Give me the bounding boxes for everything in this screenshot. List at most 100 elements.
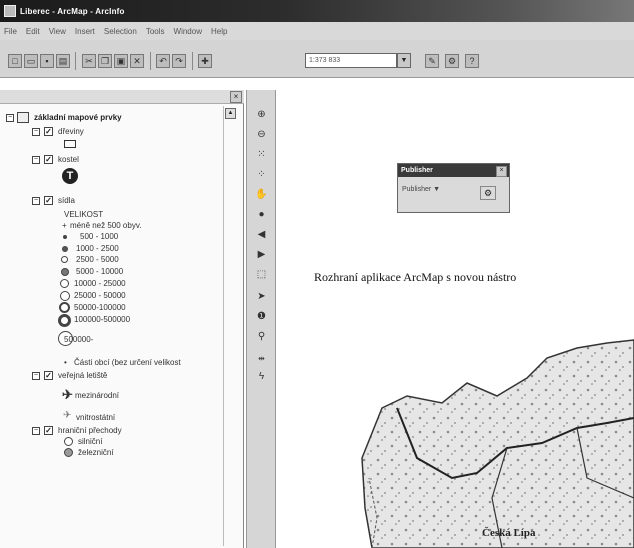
legend-class-label: 500000- <box>64 335 94 344</box>
layer-name[interactable]: dřeviny <box>58 127 84 136</box>
tools-toolbar: ⊕ ⊖ ⁙ ⁘ ✋ ● ◀ ▶ ⬚ ➤ ❶ ⚲ ⇹ ϟ <box>246 90 276 548</box>
scroll-up-icon[interactable]: ▲ <box>225 108 236 119</box>
menu-view[interactable]: View <box>49 27 66 36</box>
zoom-out-icon[interactable]: ⊖ <box>255 128 268 141</box>
full-extent-globe-icon[interactable]: ● <box>255 208 268 221</box>
point-symbol-icon <box>61 256 68 263</box>
publish-icon[interactable]: ⚙ <box>480 186 496 200</box>
legend-class-label: Části obcí (bez určení velikost <box>74 358 181 367</box>
legend-class-label: železniční <box>78 448 114 457</box>
zoom-in-icon[interactable]: ⊕ <box>255 108 268 121</box>
polygon-symbol-icon <box>64 140 76 148</box>
toc-panel-header: × <box>0 90 244 104</box>
legend-class-label: 10000 - 25000 <box>74 279 126 288</box>
menu-edit[interactable]: Edit <box>26 27 40 36</box>
fixed-zoom-out-icon[interactable]: ⁘ <box>255 168 268 181</box>
collapse-icon[interactable]: − <box>32 427 40 435</box>
layer-name[interactable]: sídla <box>58 196 75 205</box>
standard-toolbar: □ ▭ ▪ ▤ ✂ ❐ ▣ ✕ ↶ ↷ ✚ 1:373 833 ▼ ✎ ⚙ ? <box>0 40 634 78</box>
layer-name[interactable]: hraniční přechody <box>58 426 122 435</box>
close-icon[interactable]: × <box>496 166 507 177</box>
layer-visibility-checkbox[interactable]: ✓ <box>44 196 53 205</box>
layer-visibility-checkbox[interactable]: ✓ <box>44 127 53 136</box>
toc-scrollbar[interactable]: ▲ <box>223 106 236 546</box>
menu-file[interactable]: File <box>4 27 17 36</box>
publisher-dropdown[interactable]: Publisher ▼ <box>402 186 440 193</box>
chevron-down-icon[interactable]: ▼ <box>397 53 411 68</box>
save-icon[interactable]: ▪ <box>40 54 54 68</box>
legend-class-label: silniční <box>78 437 103 446</box>
whats-this-help-icon[interactable]: ? <box>465 54 479 68</box>
forward-arrow-icon[interactable]: ▶ <box>255 248 268 261</box>
close-icon[interactable]: × <box>230 91 242 103</box>
window-title: Liberec - ArcMap - ArcInfo <box>20 6 125 16</box>
border-crossing-rail-icon <box>64 448 73 457</box>
map-scale-input[interactable]: 1:373 833 <box>305 53 397 68</box>
layer-visibility-checkbox[interactable]: ✓ <box>44 426 53 435</box>
menu-tools[interactable]: Tools <box>146 27 165 36</box>
plus-symbol-icon: + <box>62 221 67 230</box>
arctoolbox-icon[interactable]: ⚙ <box>445 54 459 68</box>
hyperlink-icon[interactable]: ϟ <box>255 370 268 383</box>
legend-class-label: 50000-100000 <box>74 303 126 312</box>
publisher-toolbar-title[interactable]: Publisher <box>398 164 509 177</box>
cut-icon[interactable]: ✂ <box>82 54 96 68</box>
collapse-icon[interactable]: − <box>6 114 14 122</box>
layer-visibility-checkbox[interactable]: ✓ <box>44 155 53 164</box>
delete-icon[interactable]: ✕ <box>130 54 144 68</box>
collapse-icon[interactable]: − <box>32 156 40 164</box>
dot-symbol-icon: • <box>64 358 67 367</box>
pan-hand-icon[interactable]: ✋ <box>255 188 268 201</box>
point-symbol-icon <box>60 291 70 301</box>
collapse-icon[interactable]: − <box>32 197 40 205</box>
menu-bar: File Edit View Insert Selection Tools Wi… <box>0 22 634 40</box>
data-frame-icon <box>17 112 29 123</box>
airport-domestic-icon: ✈ <box>63 410 72 421</box>
layer-name[interactable]: veřejná letiště <box>58 371 107 380</box>
collapse-icon[interactable]: − <box>32 128 40 136</box>
map-display[interactable] <box>277 78 634 548</box>
table-of-contents: − základní mapové prvky − ✓ dřeviny − ✓ … <box>0 104 244 548</box>
fixed-zoom-in-icon[interactable]: ⁙ <box>255 148 268 161</box>
copy-icon[interactable]: ❐ <box>98 54 112 68</box>
toc-root-label[interactable]: základní mapové prvky <box>34 113 122 122</box>
legend-class-label: mezinárodní <box>75 391 120 400</box>
open-folder-icon[interactable]: ▭ <box>24 54 38 68</box>
title-bar: Liberec - ArcMap - ArcInfo <box>0 0 634 22</box>
legend-class-label: 5000 - 10000 <box>76 267 124 276</box>
redo-icon[interactable]: ↷ <box>172 54 186 68</box>
layer-visibility-checkbox[interactable]: ✓ <box>44 371 53 380</box>
identify-info-icon[interactable]: ❶ <box>255 310 268 323</box>
menu-window[interactable]: Window <box>174 27 202 36</box>
publisher-floating-toolbar[interactable]: Publisher × Publisher ▼ ⚙ <box>397 163 510 213</box>
legend-class-label: méně než 500 obyv. <box>70 221 142 230</box>
legend-field-name: VELIKOST <box>64 210 104 219</box>
toolbar-separator <box>192 52 193 70</box>
print-icon[interactable]: ▤ <box>56 54 70 68</box>
map-canvas <box>361 339 634 548</box>
add-data-icon[interactable]: ✚ <box>198 54 212 68</box>
toolbar-separator <box>150 52 151 70</box>
paste-icon[interactable]: ▣ <box>114 54 128 68</box>
menu-selection[interactable]: Selection <box>104 27 137 36</box>
measure-icon[interactable]: ⇹ <box>255 352 268 365</box>
point-symbol-icon <box>62 246 68 252</box>
find-binoculars-icon[interactable]: ⚲ <box>255 330 268 343</box>
legend-class-label: 1000 - 2500 <box>76 244 119 253</box>
figure-caption: Rozhraní aplikace ArcMap s novou nástro <box>314 270 517 284</box>
menu-help[interactable]: Help <box>211 27 227 36</box>
select-elements-icon[interactable]: ⬚ <box>255 268 268 281</box>
back-arrow-icon[interactable]: ◀ <box>255 228 268 241</box>
point-symbol-icon <box>58 314 71 327</box>
select-arrow-icon[interactable]: ➤ <box>255 290 268 303</box>
layer-name[interactable]: kostel <box>58 155 79 164</box>
new-document-icon[interactable]: □ <box>8 54 22 68</box>
border-crossing-road-icon <box>64 437 73 446</box>
undo-icon[interactable]: ↶ <box>156 54 170 68</box>
legend-class-label: vnitrostátní <box>76 413 116 422</box>
editor-toolbar-icon[interactable]: ✎ <box>425 54 439 68</box>
collapse-icon[interactable]: − <box>32 372 40 380</box>
arcmap-app-icon <box>4 5 16 17</box>
menu-insert[interactable]: Insert <box>75 27 95 36</box>
city-label: Česká Lípa <box>482 527 536 539</box>
